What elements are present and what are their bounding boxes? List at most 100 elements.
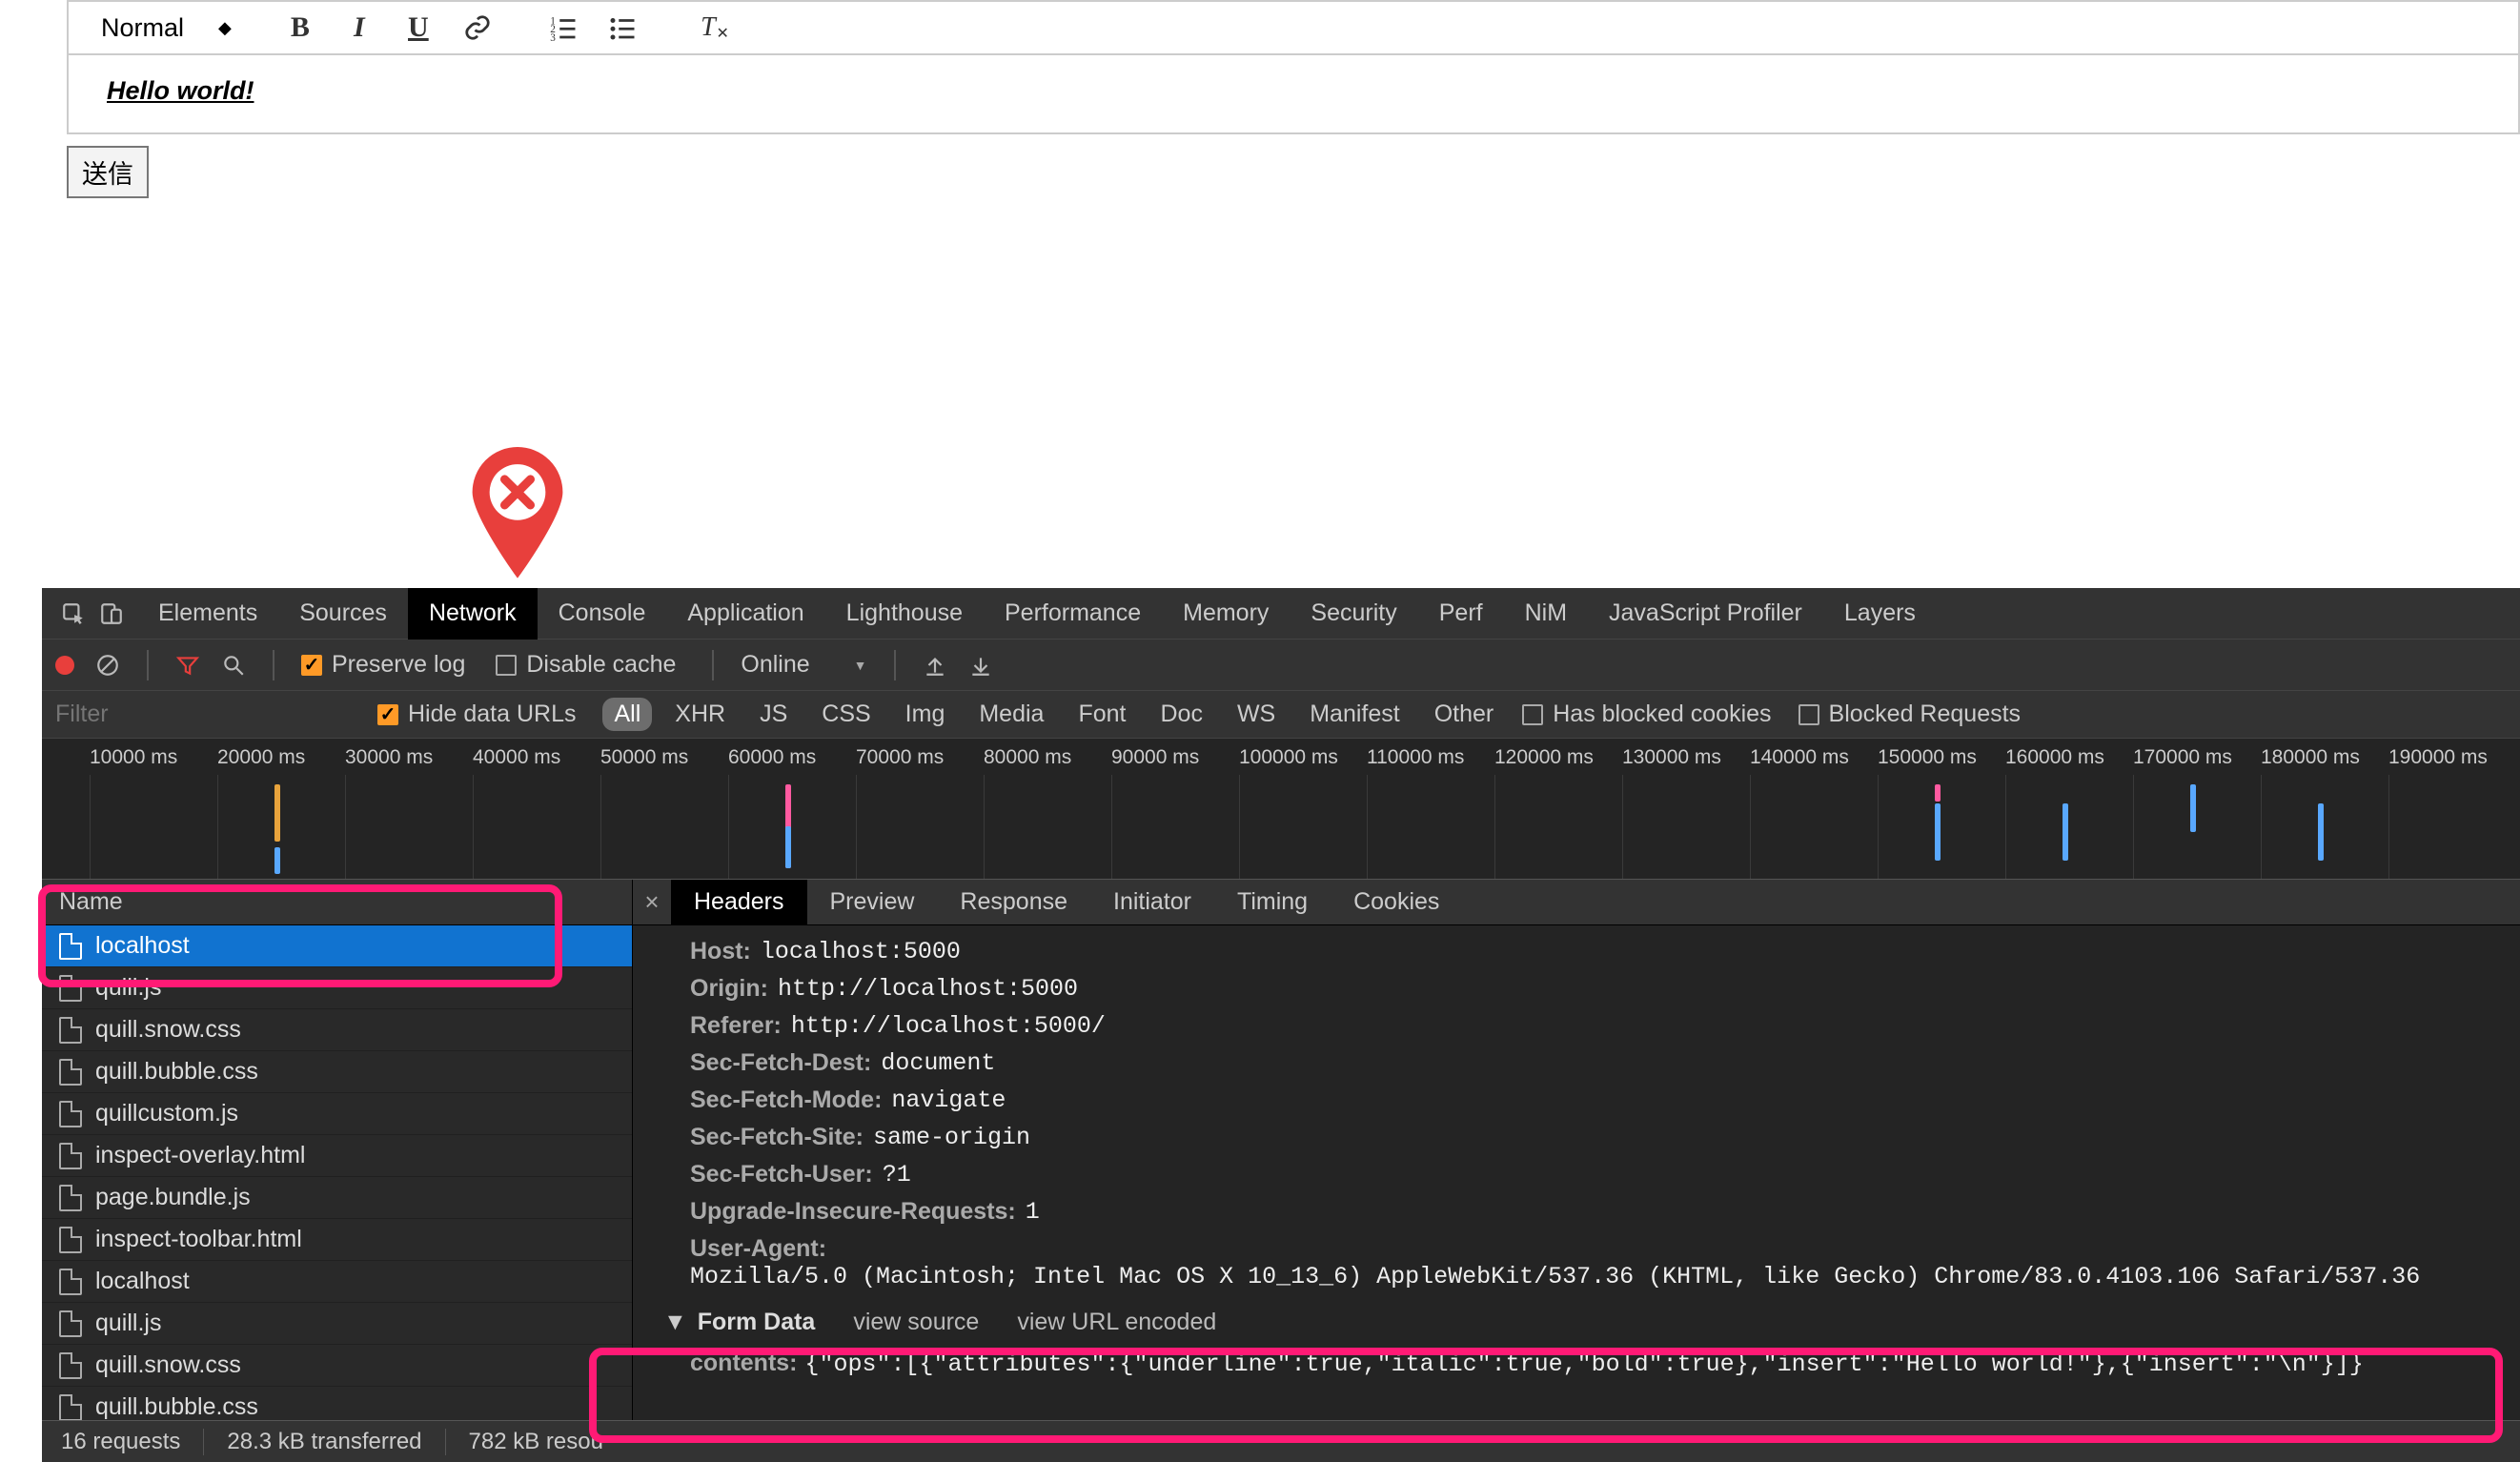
devtools-tab-elements[interactable]: Elements: [137, 588, 278, 640]
type-filter-all[interactable]: All: [602, 698, 652, 731]
detail-tab-preview[interactable]: Preview: [807, 880, 938, 925]
preserve-log-checkbox[interactable]: ✓ Preserve log: [301, 651, 475, 679]
close-detail-button[interactable]: ×: [633, 887, 671, 917]
underline-button[interactable]: U: [401, 10, 436, 45]
detail-tab-cookies[interactable]: Cookies: [1331, 880, 1462, 925]
request-list-header[interactable]: Name: [42, 880, 632, 925]
document-icon: [59, 1352, 82, 1379]
devtools-tab-performance[interactable]: Performance: [984, 588, 1162, 640]
type-filter-other[interactable]: Other: [1423, 698, 1506, 731]
timeline-tick: 20000 ms: [217, 746, 345, 769]
document-icon: [59, 1185, 82, 1211]
type-filter-ws[interactable]: WS: [1226, 698, 1287, 731]
headers-content[interactable]: Host:localhost:5000Origin:http://localho…: [633, 925, 2520, 1420]
devtools-tab-perf[interactable]: Perf: [1418, 588, 1504, 640]
devtools-tab-javascript-profiler[interactable]: JavaScript Profiler: [1588, 588, 1823, 640]
request-list-pane: Name localhostquill.jsquill.snow.cssquil…: [42, 880, 633, 1420]
timeline-tick: 80000 ms: [984, 746, 1111, 769]
italic-button[interactable]: I: [342, 10, 376, 45]
request-row[interactable]: inspect-toolbar.html: [42, 1219, 632, 1261]
clear-icon[interactable]: [95, 653, 120, 678]
detail-tab-headers[interactable]: Headers: [671, 880, 807, 925]
type-filter-doc[interactable]: Doc: [1148, 698, 1213, 731]
request-row[interactable]: inspect-overlay.html: [42, 1135, 632, 1177]
document-icon: [59, 933, 82, 960]
request-row[interactable]: quill.snow.css: [42, 1345, 632, 1387]
svg-text:3: 3: [550, 32, 556, 42]
has-blocked-cookies-label: Has blocked cookies: [1553, 701, 1771, 728]
timeline-tick: 40000 ms: [473, 746, 600, 769]
request-row[interactable]: quill.js: [42, 967, 632, 1009]
devtools-tab-memory[interactable]: Memory: [1162, 588, 1290, 640]
timeline-tick: 30000 ms: [345, 746, 473, 769]
disable-cache-label: Disable cache: [526, 651, 676, 679]
devtools-tab-network[interactable]: Network: [408, 588, 538, 640]
record-button[interactable]: [55, 656, 74, 675]
document-icon: [59, 1101, 82, 1127]
throttle-select[interactable]: Online ▼: [741, 651, 866, 679]
network-timeline[interactable]: 10000 ms20000 ms30000 ms40000 ms50000 ms…: [42, 739, 2520, 880]
upload-har-icon[interactable]: [923, 653, 947, 678]
device-toggle-icon[interactable]: [99, 601, 124, 626]
submit-button[interactable]: 送信: [67, 146, 149, 198]
filter-icon[interactable]: [175, 653, 200, 678]
view-source-link[interactable]: view source: [853, 1309, 979, 1336]
request-row[interactable]: localhost: [42, 1261, 632, 1303]
heading-select-label: Normal: [101, 13, 184, 43]
type-filter-css[interactable]: CSS: [810, 698, 882, 731]
request-name: quill.js: [95, 974, 161, 1002]
form-data-section-header[interactable]: ▼ Form Dataview sourceview URL encoded: [663, 1309, 2520, 1336]
type-filter-manifest[interactable]: Manifest: [1298, 698, 1411, 731]
request-row[interactable]: quill.bubble.css: [42, 1387, 632, 1420]
hide-data-urls-checkbox[interactable]: ✓ Hide data URLs: [377, 701, 585, 728]
type-filter-font[interactable]: Font: [1067, 698, 1137, 731]
request-row[interactable]: quill.snow.css: [42, 1009, 632, 1051]
detail-tab-response[interactable]: Response: [937, 880, 1090, 925]
type-filter-media[interactable]: Media: [967, 698, 1055, 731]
header-row: Sec-Fetch-Site:same-origin: [690, 1119, 2520, 1156]
header-row: Referer:http://localhost:5000/: [690, 1007, 2520, 1045]
devtools-tab-console[interactable]: Console: [538, 588, 667, 640]
link-button[interactable]: [460, 10, 495, 45]
request-name: quill.bubble.css: [95, 1058, 258, 1086]
devtools-tab-application[interactable]: Application: [666, 588, 824, 640]
request-name: localhost: [95, 932, 190, 960]
request-name: inspect-toolbar.html: [95, 1226, 302, 1253]
bold-button[interactable]: B: [283, 10, 317, 45]
devtools-tab-sources[interactable]: Sources: [278, 588, 408, 640]
download-har-icon[interactable]: [968, 653, 993, 678]
devtools-tab-nim[interactable]: NiM: [1504, 588, 1588, 640]
devtools-tab-layers[interactable]: Layers: [1823, 588, 1937, 640]
disable-cache-checkbox[interactable]: Disable cache: [496, 651, 685, 679]
ordered-list-button[interactable]: 123: [546, 10, 580, 45]
timeline-tick: 70000 ms: [856, 746, 984, 769]
request-row[interactable]: page.bundle.js: [42, 1177, 632, 1219]
network-status-bar: 16 requests 28.3 kB transferred 782 kB r…: [42, 1420, 2520, 1462]
request-row[interactable]: quill.js: [42, 1303, 632, 1345]
filter-input[interactable]: [55, 701, 360, 728]
document-icon: [59, 975, 82, 1002]
type-filter-js[interactable]: JS: [748, 698, 799, 731]
devtools-tab-lighthouse[interactable]: Lighthouse: [825, 588, 984, 640]
devtools-tab-security[interactable]: Security: [1290, 588, 1417, 640]
heading-select[interactable]: Normal ◆: [101, 13, 232, 43]
has-blocked-cookies-checkbox[interactable]: Has blocked cookies: [1522, 701, 1780, 728]
request-row[interactable]: quillcustom.js: [42, 1093, 632, 1135]
detail-tab-initiator[interactable]: Initiator: [1090, 880, 1214, 925]
blocked-requests-checkbox[interactable]: Blocked Requests: [1799, 701, 2031, 728]
inspect-element-icon[interactable]: [61, 601, 86, 626]
type-filter-xhr[interactable]: XHR: [663, 698, 737, 731]
editor-content-area[interactable]: Hello world!: [69, 55, 2518, 132]
checkbox-off-icon: [496, 655, 517, 676]
request-row[interactable]: quill.bubble.css: [42, 1051, 632, 1093]
request-row[interactable]: localhost: [42, 925, 632, 967]
document-icon: [59, 1394, 82, 1421]
view-url-encoded-link[interactable]: view URL encoded: [1017, 1309, 1216, 1336]
bullet-list-button[interactable]: [605, 10, 640, 45]
checkbox-off-icon: [1799, 704, 1819, 725]
header-row: Sec-Fetch-User:?1: [690, 1156, 2520, 1193]
clear-format-button[interactable]: T✕: [691, 10, 725, 45]
search-icon[interactable]: [221, 653, 246, 678]
detail-tab-timing[interactable]: Timing: [1214, 880, 1331, 925]
type-filter-img[interactable]: Img: [894, 698, 957, 731]
